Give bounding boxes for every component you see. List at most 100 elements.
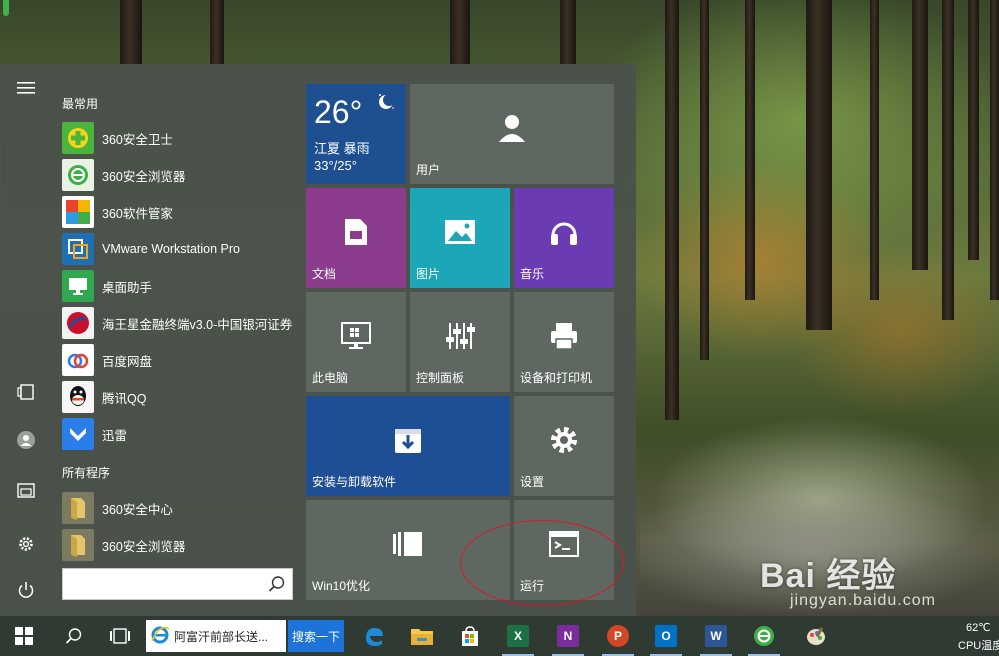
tree-trunk (968, 0, 979, 260)
desktop-assistant-icon (62, 270, 94, 302)
powerpoint-icon: P (607, 625, 629, 647)
outlook-icon: O (655, 625, 677, 647)
tablet-mode-button[interactable] (8, 374, 44, 410)
computer-icon (341, 321, 371, 353)
user-icon (17, 431, 35, 449)
paint-palette-icon (807, 627, 825, 645)
taskbar-word[interactable]: W (692, 616, 740, 656)
weather-temperature: 26° (314, 94, 363, 130)
app-360-software-manager[interactable]: 360软件管家 (62, 195, 302, 229)
app-label: VMware Workstation Pro (102, 242, 241, 256)
gear-icon (19, 537, 33, 551)
install-box-icon (393, 425, 423, 458)
qq-icon (62, 381, 94, 413)
taskbar-edge[interactable] (350, 616, 398, 656)
ie-icon (150, 625, 170, 648)
baidu-netdisk-icon (62, 344, 94, 376)
this-pc-tile[interactable]: 此电脑 (306, 292, 406, 392)
360-browser-icon (62, 159, 94, 191)
control-panel-icon (445, 321, 475, 354)
app-baidu-netdisk[interactable]: 百度网盘 (62, 343, 302, 377)
start-rail (0, 64, 52, 616)
app-vmware[interactable]: VMware Workstation Pro (62, 232, 302, 266)
tree-trunk (700, 0, 709, 360)
taskbar-outlook[interactable]: O (642, 616, 690, 656)
app-list: 最常用 360安全卫士 360安全浏览器 360软件管家 VMware Work… (52, 64, 302, 616)
devices-printers-tile[interactable]: 设备和打印机 (514, 292, 614, 392)
start-search-input[interactable] (62, 568, 293, 600)
app-label: 海王星金融终端v3.0-中国银河证券 (102, 317, 293, 332)
task-view-button[interactable] (96, 616, 144, 656)
taskbar-360-browser[interactable] (740, 616, 788, 656)
tree-trunk (665, 0, 679, 420)
vmware-icon (62, 233, 94, 265)
app-label: 桌面助手 (102, 280, 153, 295)
taskbar-powerpoint[interactable]: P (594, 616, 642, 656)
neptune-finance-icon (62, 307, 94, 339)
app-360-browser[interactable]: 360安全浏览器 (62, 158, 302, 192)
documents-tile[interactable]: 文档 (306, 188, 406, 288)
install-uninstall-tile[interactable]: 安装与卸载软件 (306, 396, 510, 496)
tile-label: 图片 (416, 267, 441, 281)
app-360-security-center-folder[interactable]: 360安全中心 (62, 491, 302, 525)
taskbar-paint[interactable] (792, 616, 840, 656)
taskbar-store[interactable] (446, 616, 494, 656)
tile-label: Win10优化 (312, 579, 371, 593)
tile-label: 用户 (416, 163, 441, 177)
tree-trunk (120, 0, 142, 64)
tile-label: 设置 (520, 475, 545, 489)
360-safe-guard-icon (62, 122, 94, 154)
app-360-safe-guard[interactable]: 360安全卫士 (62, 121, 302, 155)
user-tile[interactable]: 用户 (410, 84, 614, 184)
music-tile[interactable]: 音乐 (514, 188, 614, 288)
tree-trunk (745, 0, 755, 300)
weather-tile[interactable]: 26° 江夏 暴雨 33°/25° (306, 84, 406, 184)
tray-temperature: 62℃ (966, 622, 991, 634)
pictures-tile[interactable]: 图片 (410, 188, 510, 288)
power-button[interactable] (8, 572, 44, 608)
printer-icon (549, 321, 579, 354)
app-desktop-assistant[interactable]: 桌面助手 (62, 269, 302, 303)
headphones-icon (549, 217, 579, 250)
optimize-icon (391, 530, 425, 561)
taskbar-search-button[interactable] (50, 616, 98, 656)
settings-tile[interactable]: 设置 (514, 396, 614, 496)
excel-icon: X (507, 625, 529, 647)
app-label: 百度网盘 (102, 354, 153, 369)
start-search-field[interactable] (67, 573, 257, 595)
tree-trunk (450, 0, 470, 64)
tree-trunk (870, 0, 879, 300)
app-neptune-finance[interactable]: 海王星金融终端v3.0-中国银河证券 (62, 306, 302, 340)
taskbar-file-explorer[interactable] (398, 616, 446, 656)
tablet-icon (17, 384, 34, 400)
tree-trunk (560, 0, 576, 64)
ie-search-box[interactable]: 阿富汗前部长送... (146, 620, 286, 652)
search-go-button[interactable]: 搜索一下 (288, 620, 344, 652)
app-label: 腾讯QQ (102, 391, 147, 406)
tile-label: 设备和打印机 (520, 371, 593, 385)
taskbar-excel[interactable]: X (494, 616, 542, 656)
app-label: 迅雷 (102, 428, 128, 443)
app-xunlei[interactable]: 迅雷 (62, 417, 302, 451)
tree-trunk (210, 0, 224, 64)
expand-menu-button[interactable] (8, 70, 44, 106)
folder-icon (411, 629, 433, 645)
settings-button[interactable] (8, 526, 44, 562)
gear-icon (548, 424, 580, 459)
start-button[interactable] (0, 616, 48, 656)
tray-cpu-label: CPU温度 (958, 640, 999, 652)
app-360-browser-folder[interactable]: 360安全浏览器 (62, 528, 302, 562)
baidu-watermark: Bai 经验 (760, 548, 896, 597)
picture-icon (444, 219, 476, 248)
app-qq[interactable]: 腾讯QQ (62, 380, 302, 414)
all-programs-header: 所有程序 (62, 466, 111, 480)
ie-tab-text: 阿富汗前部长送... (174, 629, 269, 644)
file-explorer-button[interactable] (8, 472, 44, 508)
weather-range: 33°/25° (314, 158, 357, 173)
control-panel-tile[interactable]: 控制面板 (410, 292, 510, 392)
user-account-button[interactable] (8, 422, 44, 458)
taskbar-onenote[interactable]: N (544, 616, 592, 656)
word-icon: W (705, 625, 727, 647)
app-label: 360安全浏览器 (102, 169, 186, 184)
search-icon (65, 628, 82, 644)
